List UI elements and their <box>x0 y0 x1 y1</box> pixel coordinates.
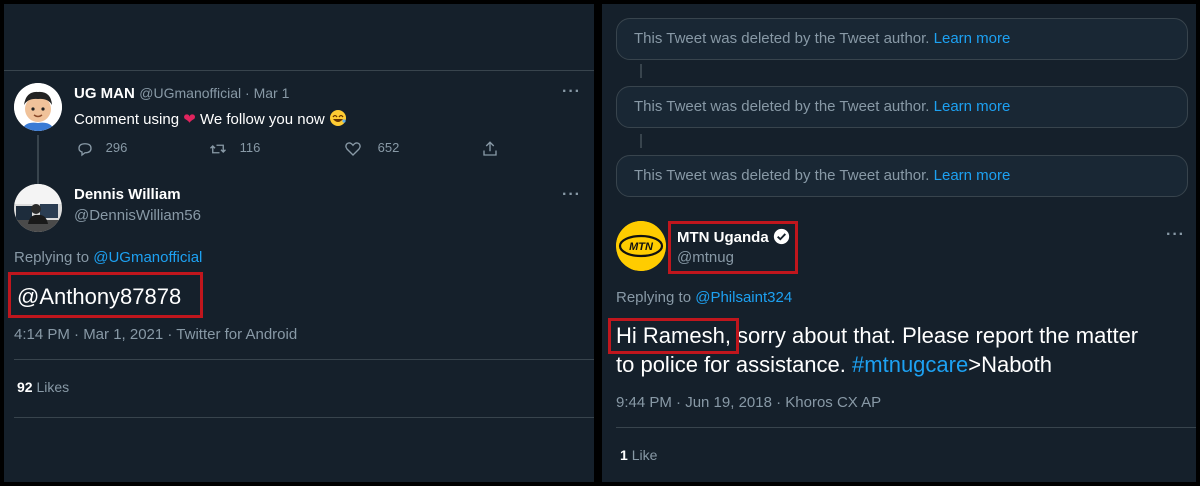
deleted-tweet-notice: This Tweet was deleted by the Tweet auth… <box>616 18 1188 60</box>
reply-button[interactable]: 296 <box>76 140 127 158</box>
reply-author-name[interactable]: Dennis William <box>74 186 181 204</box>
tweet-text-part3: to police for assistance. <box>616 352 846 377</box>
likes-count: 92 <box>17 379 33 395</box>
tweet-text-part4: >Naboth <box>968 352 1053 377</box>
avatar-ug-man[interactable] <box>14 83 62 131</box>
replying-to-label: Replying to <box>616 289 692 306</box>
parent-text-after: We follow you now <box>199 111 325 128</box>
more-options-icon[interactable]: ··· <box>1166 226 1185 244</box>
laughing-emoji-icon <box>329 110 347 128</box>
retweet-icon <box>210 144 226 154</box>
right-screenshot: This Tweet was deleted by the Tweet auth… <box>602 4 1196 482</box>
avatar-dennis-william[interactable] <box>14 184 62 232</box>
deleted-tweet-notice: This Tweet was deleted by the Tweet auth… <box>616 155 1188 197</box>
deleted-notice-text: This Tweet was deleted by the Tweet auth… <box>634 167 930 184</box>
retweet-button[interactable]: 116 <box>208 140 260 158</box>
hashtag-link[interactable]: #mtnugcare <box>852 352 968 377</box>
divider <box>14 417 594 418</box>
likes-label: Likes <box>36 379 70 395</box>
deleted-tweet-notice: This Tweet was deleted by the Tweet auth… <box>616 86 1188 128</box>
mtn-logo-text: MTN <box>629 241 654 253</box>
divider <box>14 359 594 360</box>
divider <box>616 427 1196 428</box>
replying-to-line: Replying to @Philsaint324 <box>616 289 792 306</box>
deleted-notice-text: This Tweet was deleted by the Tweet auth… <box>634 98 930 115</box>
learn-more-link[interactable]: Learn more <box>934 30 1011 47</box>
highlight-box <box>608 318 739 354</box>
like-button[interactable]: 652 <box>344 140 399 158</box>
thread-line <box>640 134 642 148</box>
reply-count: 296 <box>105 140 128 156</box>
more-options-icon[interactable]: ··· <box>562 186 581 204</box>
share-icon <box>483 141 497 156</box>
reply-author-handle[interactable]: @DennisWilliam56 <box>74 207 201 224</box>
parent-text-before: Comment using <box>74 111 180 128</box>
likes-label: Like <box>631 447 658 463</box>
likes-stat[interactable]: 1 Like <box>620 447 657 463</box>
replying-to-link[interactable]: @UGmanofficial <box>93 249 202 266</box>
share-button[interactable] <box>481 140 499 158</box>
tweet-text-part2: , sorry about that. Please report the ma… <box>724 323 1139 348</box>
avatar-mtn-uganda[interactable]: MTN <box>616 221 666 271</box>
deleted-notice-text: This Tweet was deleted by the Tweet auth… <box>634 30 930 47</box>
parent-author-meta[interactable]: @UGmanofficial · Mar 1 <box>139 85 289 101</box>
divider <box>4 70 594 71</box>
likes-count: 1 <box>620 447 628 463</box>
left-screenshot: UG MAN @UGmanofficial · Mar 1 ··· Commen… <box>4 4 594 482</box>
heart-icon <box>345 142 361 156</box>
reply-author-name-text: Dennis William <box>74 186 181 203</box>
thread-line <box>37 135 39 189</box>
parent-tweet-text: Comment using ❤ We follow you now <box>74 109 347 128</box>
replying-to-link[interactable]: @Philsaint324 <box>695 289 792 306</box>
retweet-count: 116 <box>239 140 261 156</box>
replying-to-label: Replying to <box>14 249 90 266</box>
red-heart-icon: ❤ <box>183 111 196 128</box>
mtn-timestamp[interactable]: 9:44 PM · Jun 19, 2018 · Khoros CX AP <box>616 394 881 411</box>
more-options-icon[interactable]: ··· <box>562 83 581 101</box>
highlight-box <box>668 221 798 274</box>
reply-timestamp[interactable]: 4:14 PM · Mar 1, 2021 · Twitter for Andr… <box>14 326 297 343</box>
parent-tweet-header: UG MAN @UGmanofficial · Mar 1 <box>74 85 289 103</box>
replying-to-line: Replying to @UGmanofficial <box>14 249 202 266</box>
like-count: 652 <box>377 140 400 156</box>
reply-icon <box>78 143 92 157</box>
likes-stat[interactable]: 92 Likes <box>17 379 69 395</box>
thread-line <box>640 64 642 78</box>
learn-more-link[interactable]: Learn more <box>934 167 1011 184</box>
highlight-box <box>8 272 203 318</box>
parent-author-name[interactable]: UG MAN <box>74 85 135 102</box>
learn-more-link[interactable]: Learn more <box>934 98 1011 115</box>
